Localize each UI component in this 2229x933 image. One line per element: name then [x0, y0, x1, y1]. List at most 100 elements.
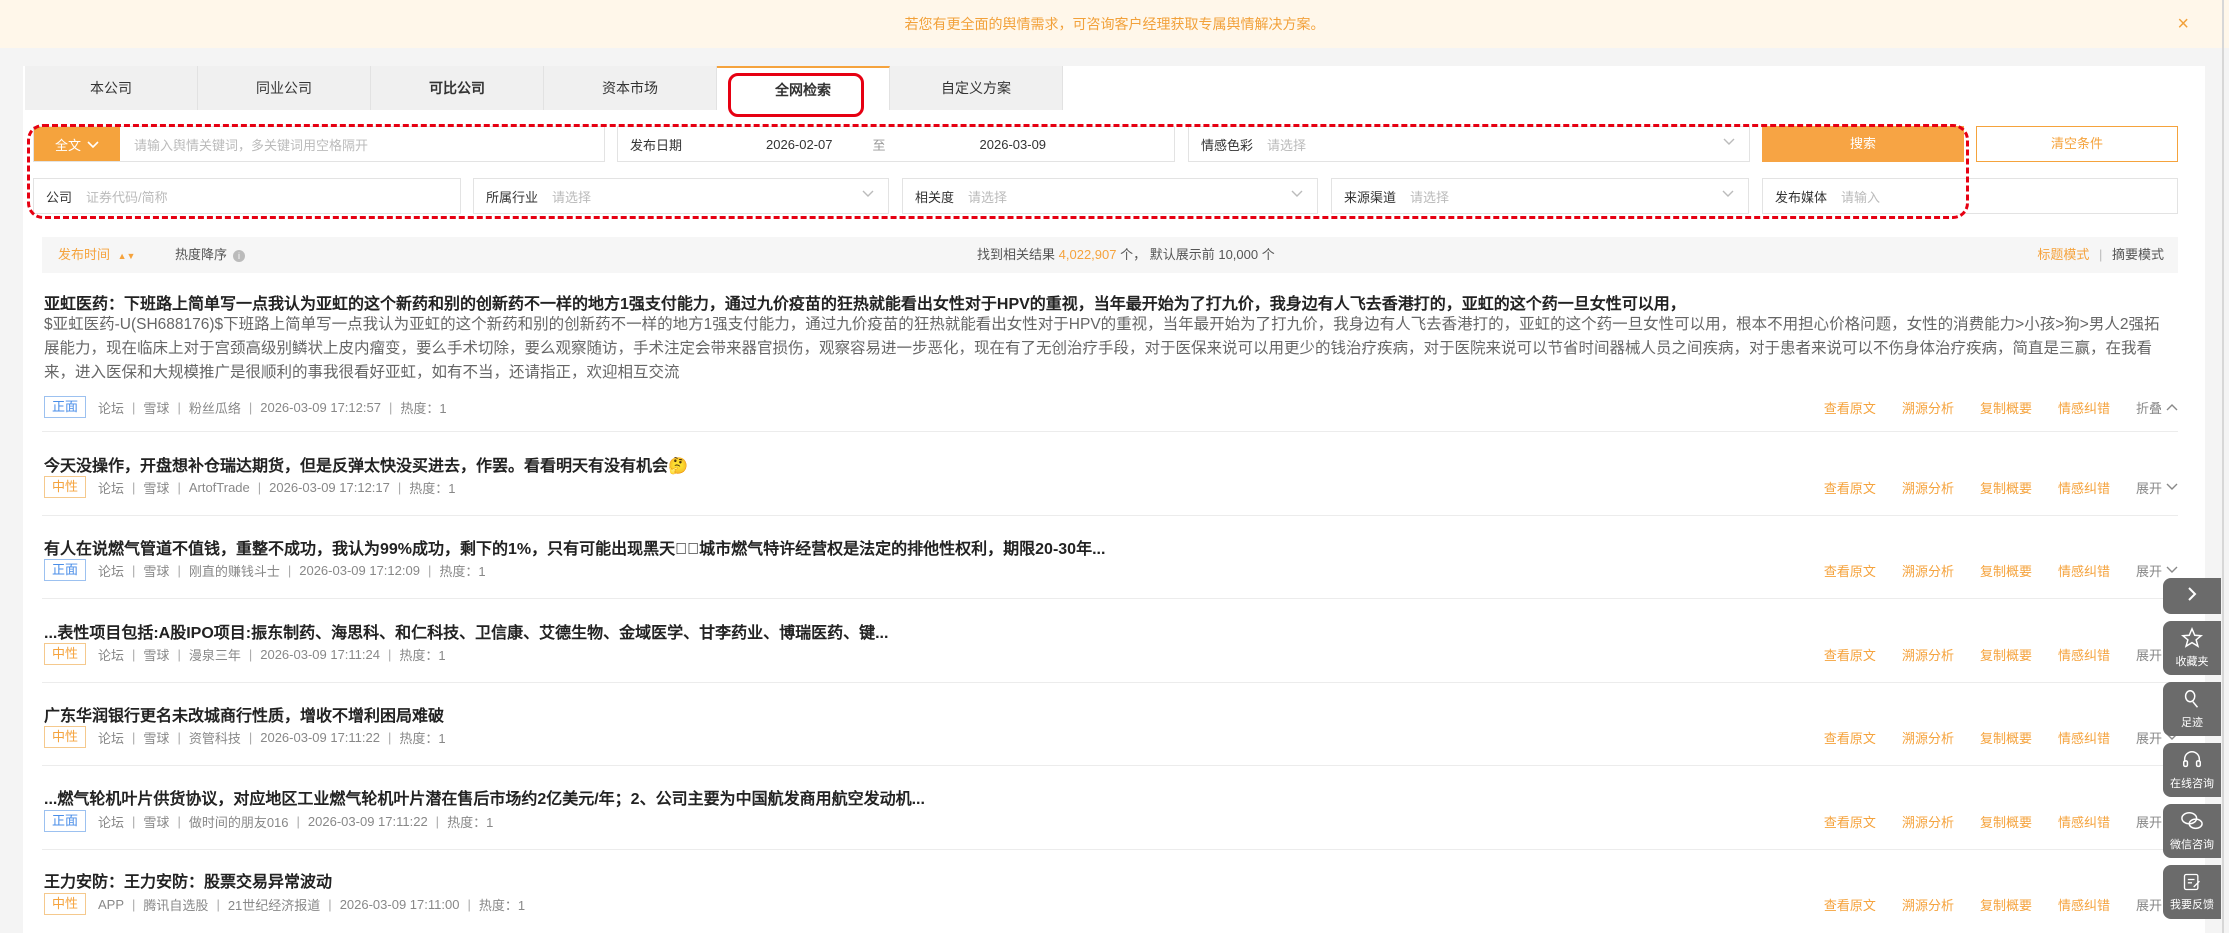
- tab-comparable-companies[interactable]: 可比公司: [371, 66, 544, 110]
- sentiment-badge: 中性: [44, 476, 87, 498]
- sort-by-time[interactable]: 发布时间 ▲▼: [58, 237, 135, 274]
- tab-peer-companies[interactable]: 同业公司: [198, 66, 371, 110]
- view-original-link[interactable]: 查看原文: [1824, 728, 1876, 747]
- item-title[interactable]: 今天没操作，开盘想补仓瑞达期货，但是反弹太快没买进去，作罢。看看明天有没有机会🤔: [44, 452, 688, 476]
- copy-summary-link[interactable]: 复制概要: [1980, 645, 2032, 664]
- sort-by-heat[interactable]: 热度降序 i: [175, 237, 246, 273]
- sentiment-correction-link[interactable]: 情感纠错: [2058, 645, 2110, 664]
- media-field[interactable]: 发布媒体 请输入: [1762, 178, 2178, 214]
- relevance-placeholder: 请选择: [968, 189, 1008, 205]
- list-item: 亚虹医药：下班路上简单写一点我认为亚虹的这个新药和别的创新药不一样的地方1强支付…: [42, 284, 2178, 432]
- footprint-button[interactable]: 足迹: [2163, 682, 2221, 736]
- company-input[interactable]: 证券代码/简称: [72, 187, 460, 206]
- item-channel: 论坛: [98, 480, 125, 496]
- sentiment-correction-link[interactable]: 情感纠错: [2058, 728, 2110, 747]
- trace-analysis-link[interactable]: 溯源分析: [1902, 812, 1954, 831]
- search-button[interactable]: 搜索: [1762, 126, 1964, 162]
- view-original-link[interactable]: 查看原文: [1824, 561, 1876, 580]
- view-original-link[interactable]: 查看原文: [1824, 478, 1876, 497]
- industry-select[interactable]: 所属行业 请选择: [473, 178, 889, 214]
- item-actions: 查看原文 溯源分析 复制概要 情感纠错 展开: [1798, 726, 2178, 748]
- trace-analysis-link[interactable]: 溯源分析: [1902, 561, 1954, 580]
- chevron-up-icon: [2166, 404, 2178, 411]
- media-label: 发布媒体: [1775, 189, 1828, 205]
- item-author: 资管科技: [188, 730, 241, 746]
- favorites-button[interactable]: 收藏夹: [2163, 621, 2221, 675]
- page-scrollbar[interactable]: [2222, 0, 2224, 933]
- item-title[interactable]: 有人在说燃气管道不值钱，重整不成功，我认为99%成功，剩下的1%，只有可能出现黑…: [44, 535, 1105, 559]
- trace-analysis-link[interactable]: 溯源分析: [1902, 478, 1954, 497]
- company-label: 公司: [46, 189, 73, 205]
- view-original-link[interactable]: 查看原文: [1824, 812, 1876, 831]
- item-channel: 论坛: [98, 563, 125, 579]
- date-to-input[interactable]: 2026-03-09: [980, 137, 1047, 152]
- sentiment-correction-link[interactable]: 情感纠错: [2058, 812, 2110, 831]
- sort-time-label: 发布时间: [58, 247, 111, 262]
- item-time: 2026-03-09 17:12:09: [299, 562, 420, 578]
- expand-toggle[interactable]: 展开: [2136, 561, 2178, 580]
- copy-summary-link[interactable]: 复制概要: [1980, 478, 2032, 497]
- item-channel: 论坛: [98, 814, 125, 830]
- tab-web-search[interactable]: 全网检索: [717, 66, 890, 110]
- item-channel: 论坛: [98, 400, 125, 416]
- keyword-search-field[interactable]: 全文 请输入舆情关键词，多关键词用空格隔开: [33, 126, 605, 162]
- copy-summary-link[interactable]: 复制概要: [1980, 561, 2032, 580]
- sentiment-correction-link[interactable]: 情感纠错: [2058, 398, 2110, 417]
- tab-own-company[interactable]: 本公司: [25, 66, 198, 110]
- collapse-toggle[interactable]: 折叠: [2136, 398, 2178, 417]
- item-actions: 查看原文 溯源分析 复制概要 情感纠错 展开: [1798, 810, 2178, 832]
- copy-summary-link[interactable]: 复制概要: [1980, 812, 2032, 831]
- sentiment-badge: 正面: [44, 810, 87, 832]
- feedback-button[interactable]: 我要反馈: [2163, 865, 2221, 919]
- sentiment-badge: 正面: [44, 559, 87, 581]
- favorites-label: 收藏夹: [2175, 656, 2209, 668]
- expand-label: 展开: [2135, 897, 2162, 913]
- item-time: 2026-03-09 17:12:17: [269, 479, 390, 495]
- item-title[interactable]: ...表性项目包括:A股IPO项目:振东制药、海思科、和仁科技、卫信康、艾德生物…: [44, 619, 888, 643]
- date-range-field[interactable]: 发布日期 2026-02-07 至 2026-03-09: [617, 126, 1175, 162]
- wechat-consult-button[interactable]: 微信咨询: [2163, 804, 2221, 858]
- expand-label: 展开: [2135, 647, 2162, 663]
- tab-custom-plan[interactable]: 自定义方案: [890, 66, 1063, 110]
- relevance-select[interactable]: 相关度 请选择: [902, 178, 1318, 214]
- trace-analysis-link[interactable]: 溯源分析: [1902, 895, 1954, 914]
- view-original-link[interactable]: 查看原文: [1824, 895, 1876, 914]
- feedback-icon: [2183, 873, 2200, 891]
- item-title[interactable]: 王力安防：王力安防：股票交易异常波动: [44, 868, 332, 892]
- trace-analysis-link[interactable]: 溯源分析: [1902, 645, 1954, 664]
- copy-summary-link[interactable]: 复制概要: [1980, 728, 2032, 747]
- close-icon[interactable]: ×: [2177, 0, 2189, 48]
- item-title[interactable]: 广东华润银行更名未改城商行性质，增收不增利困局难破: [44, 702, 444, 726]
- item-title[interactable]: 亚虹医药：下班路上简单写一点我认为亚虹的这个新药和别的创新药不一样的地方1强支付…: [44, 290, 1686, 314]
- item-title[interactable]: ...燃气轮机叶片供货协议，对应地区工业燃气轮机叶片潜在售后市场约2亿美元/年；…: [44, 785, 925, 809]
- sentiment-correction-link[interactable]: 情感纠错: [2058, 895, 2110, 914]
- trace-analysis-link[interactable]: 溯源分析: [1902, 728, 1954, 747]
- title-mode-button[interactable]: 标题模式: [2037, 247, 2089, 262]
- sentiment-correction-link[interactable]: 情感纠错: [2058, 478, 2110, 497]
- scope-select[interactable]: 全文: [34, 127, 120, 161]
- tab-capital-market[interactable]: 资本市场: [544, 66, 717, 110]
- clear-filters-button[interactable]: 清空条件: [1976, 126, 2178, 162]
- footprint-label: 足迹: [2181, 717, 2203, 729]
- sentiment-correction-link[interactable]: 情感纠错: [2058, 561, 2110, 580]
- copy-summary-link[interactable]: 复制概要: [1980, 895, 2032, 914]
- sentiment-select[interactable]: 情感色彩 请选择: [1188, 126, 1750, 162]
- item-site: 雪球: [143, 647, 170, 663]
- view-mode-switch: 标题模式 | 摘要模式: [2037, 237, 2164, 273]
- collapse-toolbar-button[interactable]: [2163, 578, 2221, 614]
- expand-toggle[interactable]: 展开: [2136, 478, 2178, 497]
- copy-summary-link[interactable]: 复制概要: [1980, 398, 2032, 417]
- media-input[interactable]: 请输入: [1827, 187, 2177, 206]
- online-consult-button[interactable]: 在线咨询: [2163, 743, 2221, 797]
- summary-mode-button[interactable]: 摘要模式: [2112, 247, 2164, 262]
- trace-analysis-link[interactable]: 溯源分析: [1902, 398, 1954, 417]
- company-field[interactable]: 公司 证券代码/简称: [33, 178, 461, 214]
- item-author: 刚直的赚钱斗士: [188, 563, 280, 579]
- feedback-label: 我要反馈: [2170, 899, 2214, 911]
- chevron-down-icon: [862, 190, 874, 202]
- view-original-link[interactable]: 查看原文: [1824, 645, 1876, 664]
- relevance-label: 相关度: [915, 189, 955, 205]
- source-channel-select[interactable]: 来源渠道 请选择: [1331, 178, 1749, 214]
- view-original-link[interactable]: 查看原文: [1824, 398, 1876, 417]
- date-from-input[interactable]: 2026-02-07: [766, 137, 833, 152]
